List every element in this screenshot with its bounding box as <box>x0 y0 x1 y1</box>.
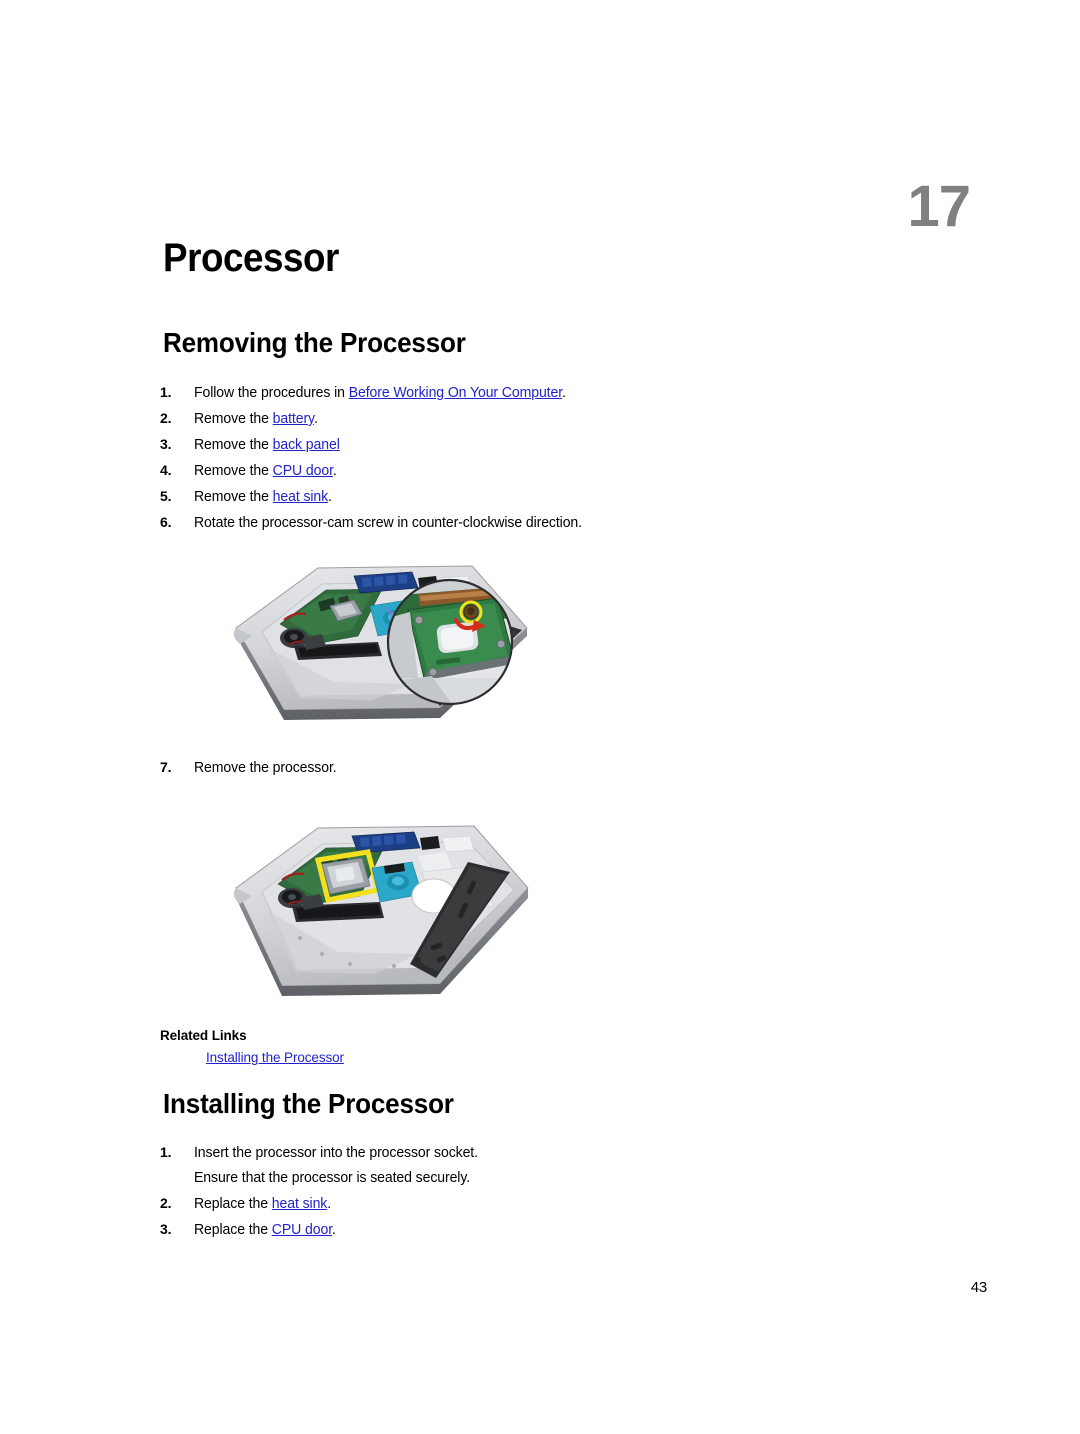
section-heading-removing: Removing the Processor <box>163 327 466 358</box>
step-number: 2. <box>160 410 172 426</box>
chapter-number: 17 <box>907 174 971 239</box>
related-links-title: Related Links <box>160 1028 247 1043</box>
step-text-after: . <box>332 1222 336 1238</box>
page-number: 43 <box>970 1279 988 1296</box>
list-item: 1. Follow the procedures in Before Worki… <box>160 380 860 406</box>
step-text-before: Follow the procedures in <box>194 385 349 401</box>
step-text: Replace the heat sink. <box>194 1192 840 1217</box>
step-number: 1. <box>160 1144 172 1160</box>
list-item: 1. Insert the processor into the process… <box>160 1140 860 1166</box>
laptop-cam-screw-illustration <box>233 565 528 720</box>
list-item: 4. Remove the CPU door. <box>160 458 860 484</box>
procedure-list-installing: 1. Insert the processor into the process… <box>160 1140 860 1243</box>
list-item: 3. Replace the CPU door. <box>160 1217 860 1243</box>
figure-laptop-processor-socket <box>222 788 542 1016</box>
list-item: 2. Replace the heat sink. <box>160 1191 860 1217</box>
procedure-list-removing-step7: 7. Remove the processor. <box>160 755 860 781</box>
list-item: 3. Remove the back panel <box>160 432 860 458</box>
list-item: 7. Remove the processor. <box>160 755 860 781</box>
related-link-installing-the-processor[interactable]: Installing the Processor <box>206 1050 344 1065</box>
step-text: Insert the processor into the processor … <box>194 1145 478 1161</box>
step-text-before: Remove the <box>194 489 273 505</box>
link-before-working-on-your-computer[interactable]: Before Working On Your Computer <box>349 385 562 401</box>
link-back-panel[interactable]: back panel <box>273 437 340 453</box>
step-number: 3. <box>160 1221 172 1237</box>
step-text-before: Remove the <box>194 463 273 479</box>
step-text: Remove the CPU door. <box>194 459 840 484</box>
step-text: Follow the procedures in Before Working … <box>194 381 840 406</box>
link-cpu-door[interactable]: CPU door <box>273 463 333 479</box>
step-text-after: . <box>313 411 318 427</box>
step-text: Remove the back panel <box>194 433 840 458</box>
step-text-after: . <box>562 385 566 401</box>
step-number: 7. <box>160 759 172 775</box>
step-subtext: Ensure that the processor is seated secu… <box>194 1170 471 1186</box>
step-number: 4. <box>160 462 172 478</box>
link-heat-sink[interactable]: heat sink <box>273 489 329 505</box>
figure-laptop-cam-screw <box>222 532 542 750</box>
step-text: Replace the CPU door. <box>194 1218 840 1243</box>
step-text-after: . <box>332 463 337 479</box>
step-number: 1. <box>160 384 172 400</box>
step-text-before: Replace the <box>194 1196 272 1212</box>
link-battery[interactable]: battery <box>273 411 314 427</box>
document-page: 17 Processor Removing the Processor 1. F… <box>0 0 1080 1434</box>
step-text-before: Remove the <box>194 437 273 453</box>
step-number: 3. <box>160 436 172 452</box>
step-text-after: . <box>327 1196 332 1212</box>
section-heading-installing: Installing the Processor <box>163 1088 454 1119</box>
step-text: Remove the processor. <box>194 760 337 776</box>
link-heat-sink[interactable]: heat sink <box>272 1196 328 1212</box>
list-item: 2. Remove the battery. <box>160 406 860 432</box>
step-number: 6. <box>160 514 172 530</box>
page-title: Processor <box>163 236 339 280</box>
link-cpu-door[interactable]: CPU door <box>272 1222 332 1238</box>
related-links-block: Related Links Installing the Processor <box>160 1028 344 1065</box>
step-text-before: Remove the <box>194 411 273 427</box>
step-text-before: Replace the <box>194 1222 272 1238</box>
procedure-list-removing: 1. Follow the procedures in Before Worki… <box>160 380 860 536</box>
step-text: Remove the battery. <box>194 407 840 432</box>
laptop-processor-socket-illustration <box>233 825 529 996</box>
step-number: 5. <box>160 488 172 504</box>
step-text-after: . <box>328 489 332 505</box>
step-number: 2. <box>160 1195 172 1211</box>
step-text: Remove the heat sink. <box>194 485 840 510</box>
list-item: 5. Remove the heat sink. <box>160 484 860 510</box>
